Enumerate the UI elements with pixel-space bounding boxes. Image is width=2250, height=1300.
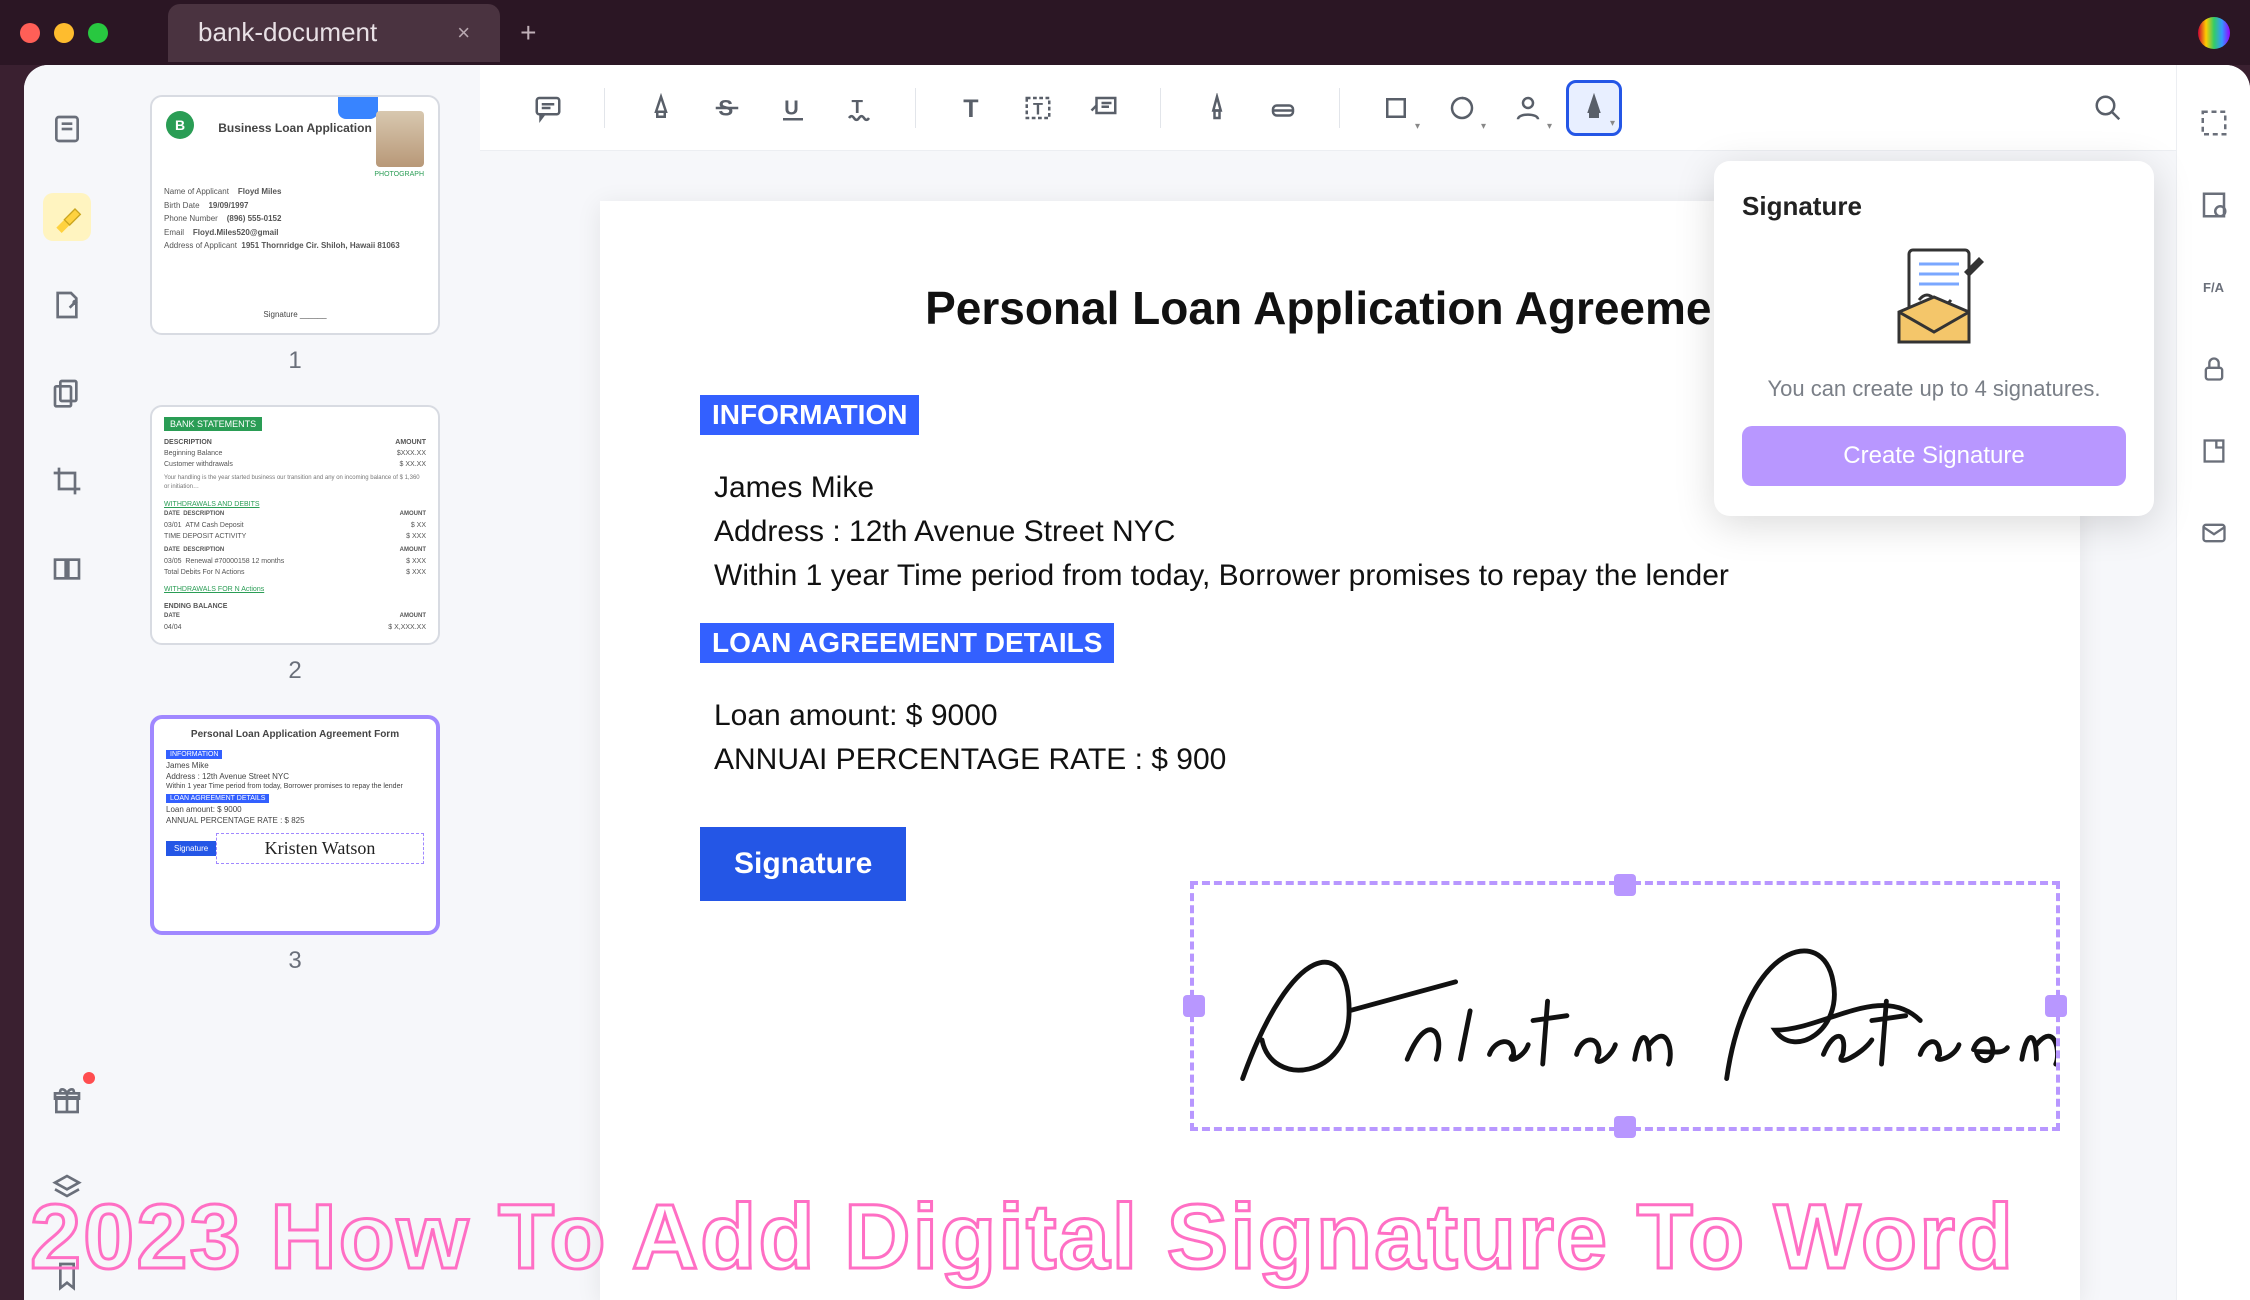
page-thumb-3[interactable]: Personal Loan Application Agreement Form… <box>150 715 440 935</box>
signature-tool-icon[interactable]: ▾ <box>1566 80 1622 136</box>
tab-bank-document[interactable]: bank-document × <box>168 4 500 62</box>
create-signature-button[interactable]: Create Signature <box>1742 426 2126 486</box>
right-sidebar: F/A <box>2176 65 2250 1300</box>
new-tab-button[interactable]: + <box>520 17 536 49</box>
doc-apr: ANNUAI PERCENTAGE RATE : $ 900 <box>714 743 1980 777</box>
layers-icon[interactable] <box>43 1164 91 1212</box>
signature-panel-title: Signature <box>1742 191 2126 222</box>
resize-handle-right[interactable] <box>2045 995 2067 1017</box>
signature-panel-message: You can create up to 4 signatures. <box>1742 376 2126 402</box>
close-window-icon[interactable] <box>20 23 40 43</box>
section-information: INFORMATION <box>700 395 919 435</box>
doc-loan-amount: Loan amount: $ 9000 <box>714 699 1980 733</box>
thumb-number-2: 2 <box>150 657 440 685</box>
comment-icon[interactable] <box>520 80 576 136</box>
svg-text:T: T <box>963 94 978 122</box>
resize-handle-bottom[interactable] <box>1614 1116 1636 1138</box>
thumb1-corner-decoration <box>338 97 378 119</box>
thumb2-table: DESCRIPTIONAMOUNT Beginning Balance$XXX.… <box>164 437 426 633</box>
thumb3-loan-badge: LOAN AGREEMENT DETAILS <box>166 794 269 803</box>
titlebar: bank-document × + <box>0 0 2250 65</box>
thumb3-sigbox: Kristen Watson <box>216 833 424 864</box>
annotate-tool-icon[interactable] <box>43 281 91 329</box>
app-window: B PHOTOGRAPH Business Loan Application N… <box>24 65 2250 1300</box>
callout-icon[interactable] <box>1076 80 1132 136</box>
highlight-icon[interactable] <box>633 80 689 136</box>
compare-tool-icon[interactable] <box>43 545 91 593</box>
thumb1-logo-icon: B <box>166 111 194 139</box>
user-stamp-icon[interactable]: ▾ <box>1500 80 1556 136</box>
app-logo-icon[interactable] <box>2198 17 2230 49</box>
close-tab-icon[interactable]: × <box>457 20 470 46</box>
mail-icon[interactable] <box>2196 515 2232 551</box>
svg-text:T: T <box>852 96 864 117</box>
thumb1-fields: Name of Applicant Floyd Miles Birth Date… <box>164 185 426 253</box>
thumb3-sig-button: Signature <box>166 841 216 856</box>
toolbar: S U T T T ▾ ▾ ▾ ▾ <box>480 65 2176 151</box>
strikethrough-icon[interactable]: S <box>699 80 755 136</box>
doc-promise: Within 1 year Time period from today, Bo… <box>714 559 1980 593</box>
thumb3-info-badge: INFORMATION <box>166 750 222 759</box>
stamp-icon[interactable]: ▾ <box>1434 80 1490 136</box>
menubar-right <box>2198 17 2230 49</box>
lock-icon[interactable] <box>2196 351 2232 387</box>
thumb1-photo-icon <box>376 111 424 167</box>
minimize-window-icon[interactable] <box>54 23 74 43</box>
ocr-icon[interactable] <box>2196 105 2232 141</box>
fullscreen-window-icon[interactable] <box>88 23 108 43</box>
copy-pages-tool-icon[interactable] <box>43 369 91 417</box>
eraser-icon[interactable] <box>1255 80 1311 136</box>
svg-text:U: U <box>784 97 798 119</box>
bookmark-icon[interactable] <box>43 1252 91 1300</box>
pdfa-icon[interactable]: F/A <box>2196 269 2232 305</box>
window-controls <box>20 23 108 43</box>
thumb1-photo-caption: PHOTOGRAPH <box>374 171 424 178</box>
signature-label: Signature <box>700 827 906 901</box>
signature-panel-illustration-icon <box>1742 242 2126 352</box>
thumb-number-1: 1 <box>150 347 440 375</box>
crop-tool-icon[interactable] <box>43 457 91 505</box>
signature-panel: Signature You can create up to 4 signatu… <box>1714 161 2154 516</box>
page-thumb-1[interactable]: B PHOTOGRAPH Business Loan Application N… <box>150 95 440 335</box>
thumb2-badge: BANK STATEMENTS <box>164 417 262 431</box>
attach-icon[interactable] <box>2196 433 2232 469</box>
text-box-icon[interactable]: T <box>1010 80 1066 136</box>
page-thumb-2[interactable]: BANK STATEMENTS DESCRIPTIONAMOUNT Beginn… <box>150 405 440 645</box>
highlighter-tool-icon[interactable] <box>43 193 91 241</box>
tab-label: bank-document <box>198 17 377 48</box>
thumbnail-panel: B PHOTOGRAPH Business Loan Application N… <box>110 65 480 1300</box>
signature-image[interactable] <box>1194 885 2056 1127</box>
svg-text:T: T <box>1033 100 1043 118</box>
squiggly-underline-icon[interactable]: T <box>831 80 887 136</box>
gift-icon[interactable] <box>43 1076 91 1124</box>
search-icon[interactable] <box>2080 80 2136 136</box>
underline-icon[interactable]: U <box>765 80 821 136</box>
shape-icon[interactable]: ▾ <box>1368 80 1424 136</box>
text-icon[interactable]: T <box>944 80 1000 136</box>
properties-icon[interactable] <box>2196 187 2232 223</box>
resize-handle-left[interactable] <box>1183 995 1205 1017</box>
signature-selection-box[interactable] <box>1190 881 2060 1131</box>
thumbnails-tool-icon[interactable] <box>43 105 91 153</box>
thumb-number-3: 3 <box>150 947 440 975</box>
thumb1-signature-line: Signature ______ <box>263 310 326 319</box>
doc-address: Address : 12th Avenue Street NYC <box>714 515 1980 549</box>
main-column: S U T T T ▾ ▾ ▾ ▾ Personal Loan Applicat… <box>480 65 2176 1300</box>
left-sidebar <box>24 65 110 1300</box>
section-loan-details: LOAN AGREEMENT DETAILS <box>700 623 1114 663</box>
resize-handle-top[interactable] <box>1614 874 1636 896</box>
pencil-icon[interactable] <box>1189 80 1245 136</box>
thumb3-title: Personal Loan Application Agreement Form <box>166 729 424 740</box>
